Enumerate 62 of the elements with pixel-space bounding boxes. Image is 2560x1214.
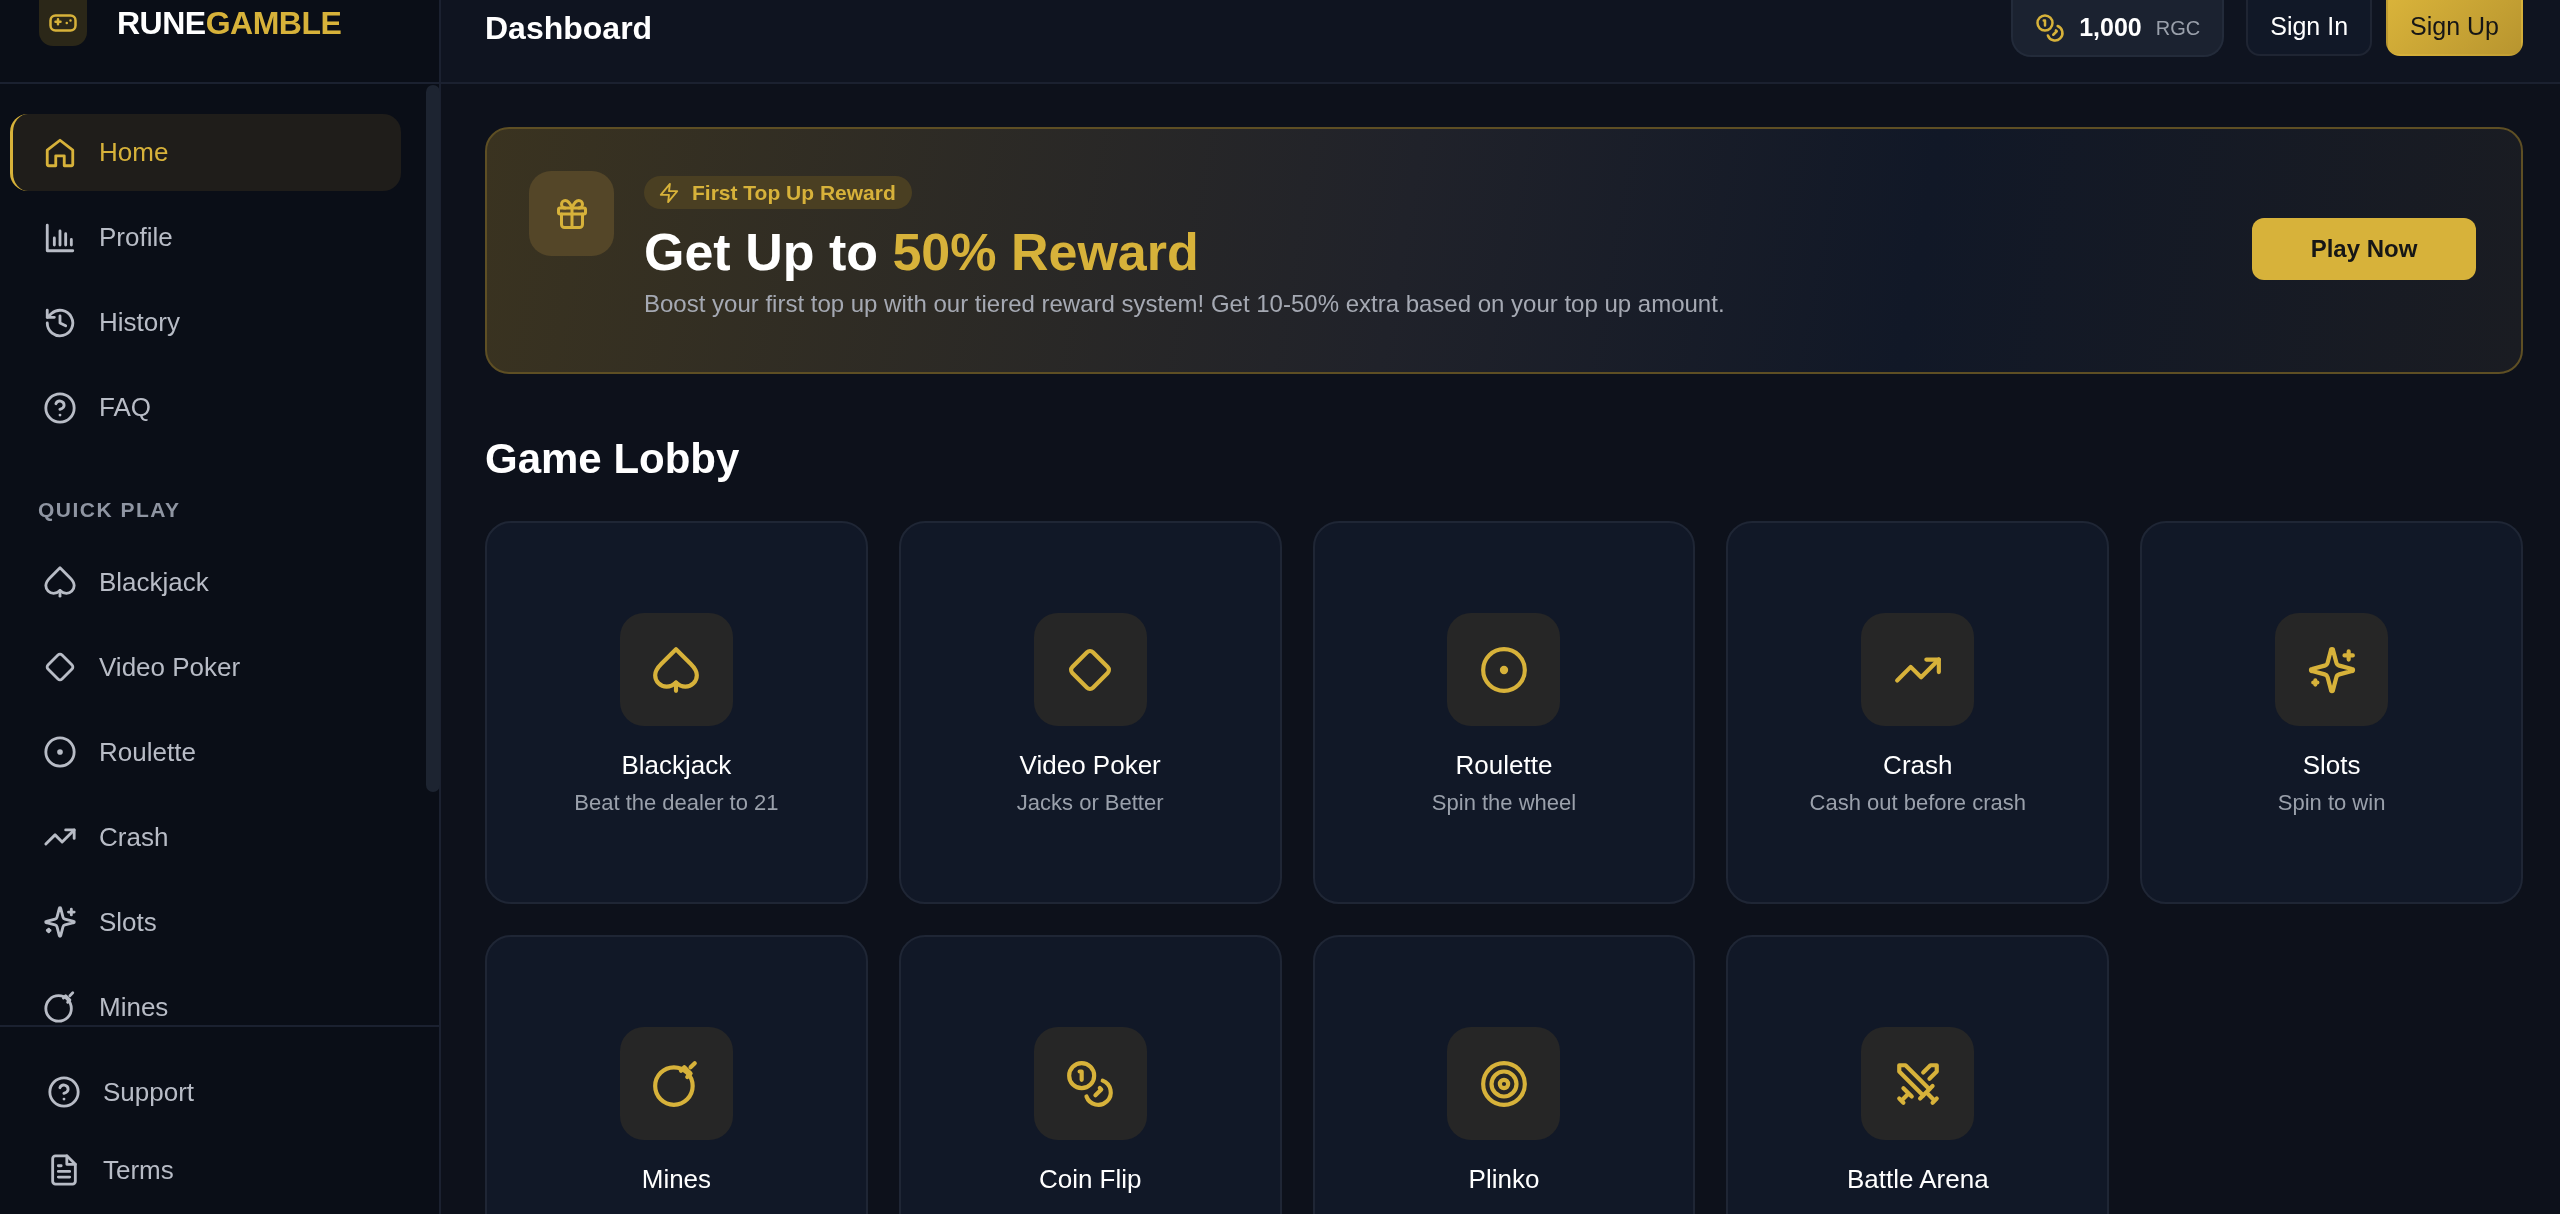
page-title: Dashboard bbox=[485, 9, 653, 48]
game-subtitle: Jacks or Better bbox=[1016, 788, 1164, 817]
game-title: Plinko bbox=[1468, 1164, 1540, 1196]
game-title: Roulette bbox=[1455, 750, 1553, 782]
target-icon bbox=[1479, 1058, 1529, 1109]
spade-icon bbox=[43, 565, 77, 599]
help-icon bbox=[47, 1075, 81, 1109]
game-card[interactable]: Crash Cash out before crash bbox=[1726, 521, 2110, 905]
coins-icon bbox=[1065, 1058, 1116, 1109]
nav-item[interactable]: FAQ bbox=[10, 369, 401, 446]
game-subtitle: Spin the wheel bbox=[1431, 788, 1577, 817]
nav-item[interactable]: Crash bbox=[10, 798, 401, 876]
nav-item[interactable]: Blackjack bbox=[10, 543, 401, 621]
game-title: Video Poker bbox=[1019, 750, 1161, 782]
nav-item[interactable]: Profile bbox=[10, 199, 401, 276]
badge-text: First Top Up Reward bbox=[692, 179, 896, 206]
circle-dot-icon bbox=[43, 735, 77, 769]
game-card[interactable]: Mines bbox=[485, 935, 868, 1214]
game-card[interactable]: Video Poker Jacks or Better bbox=[898, 521, 1282, 905]
nav-item[interactable]: Slots bbox=[10, 883, 401, 961]
coins-icon bbox=[2035, 12, 2066, 43]
spade-icon bbox=[651, 644, 702, 695]
game-card[interactable]: Blackjack Beat the dealer to 21 bbox=[485, 521, 868, 905]
game-card[interactable]: Plinko bbox=[1312, 935, 1696, 1214]
game-subtitle: Spin to win bbox=[2277, 788, 2386, 817]
game-subtitle: Cash out before crash bbox=[1809, 788, 2026, 817]
diamond-icon bbox=[43, 650, 77, 684]
bomb-icon bbox=[43, 990, 77, 1024]
game-title: Coin Flip bbox=[1038, 1164, 1142, 1196]
sparkles-icon bbox=[2306, 644, 2357, 695]
nav-item[interactable]: Video Poker bbox=[10, 628, 401, 706]
scrollbar[interactable] bbox=[426, 85, 440, 792]
game-card[interactable]: Slots Spin to win bbox=[2140, 521, 2523, 905]
game-card[interactable]: Roulette Spin the wheel bbox=[1312, 521, 1696, 905]
nav-item[interactable]: Terms bbox=[10, 1135, 401, 1205]
nav-item[interactable]: Support bbox=[10, 1057, 401, 1127]
nav-item[interactable]: Roulette bbox=[10, 713, 401, 791]
sign-in-button[interactable]: Sign In bbox=[2246, 0, 2373, 56]
nav-item[interactable]: Home bbox=[10, 114, 401, 191]
game-title: Blackjack bbox=[621, 750, 732, 782]
sparkles-icon bbox=[43, 905, 77, 939]
nav-item[interactable]: History bbox=[10, 284, 401, 361]
banner-description: Boost your first top up with our tiered reward system! Get 10-50% extra based on your top up amount. bbox=[644, 289, 1725, 320]
game-title: Crash bbox=[1883, 750, 1953, 782]
brand-logo-text[interactable]: RUNEGAMBLE bbox=[117, 0, 342, 46]
section-heading: Game Lobby bbox=[485, 434, 741, 484]
lightning-icon bbox=[658, 181, 680, 204]
help-icon bbox=[43, 390, 77, 425]
game-subtitle: Beat the dealer to 21 bbox=[574, 788, 779, 817]
game-title: Slots bbox=[2302, 750, 2361, 782]
currency-label: RGC bbox=[2155, 15, 2201, 41]
game-title: Battle Arena bbox=[1846, 1164, 1989, 1196]
banner-title: Get Up to 50% Reward bbox=[644, 222, 1200, 283]
play-now-button[interactable]: Play Now bbox=[2252, 218, 2476, 280]
circle-dot-icon bbox=[1479, 644, 1529, 695]
game-card[interactable]: Coin Flip bbox=[898, 935, 1282, 1214]
balance-amount: 1,000 bbox=[2079, 11, 2142, 43]
game-card[interactable]: Battle Arena bbox=[1726, 935, 2110, 1214]
sign-up-button[interactable]: Sign Up bbox=[2386, 0, 2523, 56]
section-label: QUICK PLAY bbox=[38, 497, 182, 523]
game-title: Mines bbox=[641, 1164, 712, 1196]
nav-item[interactable]: Mines bbox=[10, 968, 401, 1025]
